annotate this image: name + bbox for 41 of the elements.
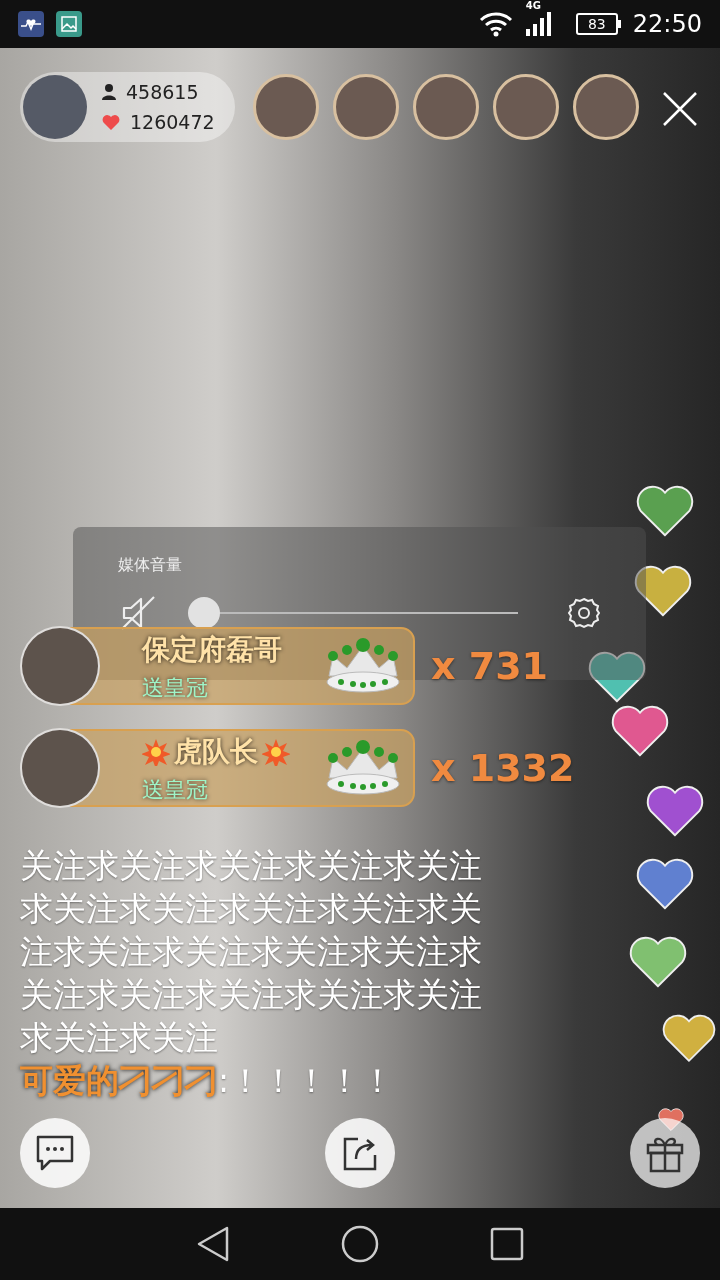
viewer-count: 458615 bbox=[126, 79, 199, 105]
recent-apps-icon[interactable] bbox=[490, 1227, 525, 1261]
comment-icon bbox=[36, 1135, 74, 1171]
clock: 22:50 bbox=[632, 9, 702, 40]
like-count: 1260472 bbox=[130, 110, 215, 135]
avatar bbox=[23, 75, 87, 139]
floating-heart-icon bbox=[588, 651, 646, 704]
slider-thumb[interactable] bbox=[188, 597, 220, 629]
back-icon[interactable] bbox=[195, 1226, 230, 1262]
heart-icon bbox=[102, 114, 120, 131]
explosion-icon bbox=[142, 737, 170, 766]
floating-heart-icon bbox=[629, 936, 687, 989]
signal-icon bbox=[525, 12, 554, 36]
gallery-app-icon bbox=[56, 11, 82, 37]
floating-heart-icon bbox=[646, 785, 704, 838]
health-app-icon bbox=[18, 11, 44, 37]
sender-name: 保定府磊哥 bbox=[142, 631, 282, 668]
settings-icon[interactable] bbox=[567, 596, 601, 630]
sender-name: 虎队长 bbox=[174, 733, 258, 770]
chat-message: 可爱的刁刁刁:！！！！！ bbox=[20, 1060, 396, 1102]
volume-slider[interactable] bbox=[188, 596, 518, 630]
gift-action: 送皇冠 bbox=[142, 775, 209, 804]
floating-heart-icon bbox=[636, 858, 694, 911]
home-icon[interactable] bbox=[341, 1225, 379, 1263]
floating-heart-icon bbox=[634, 565, 692, 618]
explosion-icon bbox=[262, 737, 290, 766]
floating-heart-icon bbox=[636, 485, 694, 538]
person-icon bbox=[102, 83, 116, 100]
host-card[interactable]: 458615 1260472 bbox=[20, 72, 235, 142]
wifi-icon bbox=[477, 11, 514, 37]
gift-count: x 731 bbox=[431, 642, 549, 690]
chat-message: 关注求关注求关注求关注求关注求关注求关注求关注求关注求关注求关注求关注求关注求关注求关注求关注求关注求关注求关注求关注求关注 bbox=[20, 845, 483, 1059]
floating-heart-icon bbox=[662, 1014, 716, 1063]
network-type: 4G bbox=[525, 0, 541, 13]
gift-action: 送皇冠 bbox=[142, 673, 209, 702]
volume-title: 媒体音量 bbox=[118, 554, 183, 576]
share-icon bbox=[342, 1135, 378, 1171]
battery-indicator: 83 bbox=[575, 13, 621, 35]
floating-heart-icon bbox=[611, 705, 669, 758]
close-icon[interactable] bbox=[662, 91, 698, 127]
gift-count: x 1332 bbox=[431, 744, 575, 792]
